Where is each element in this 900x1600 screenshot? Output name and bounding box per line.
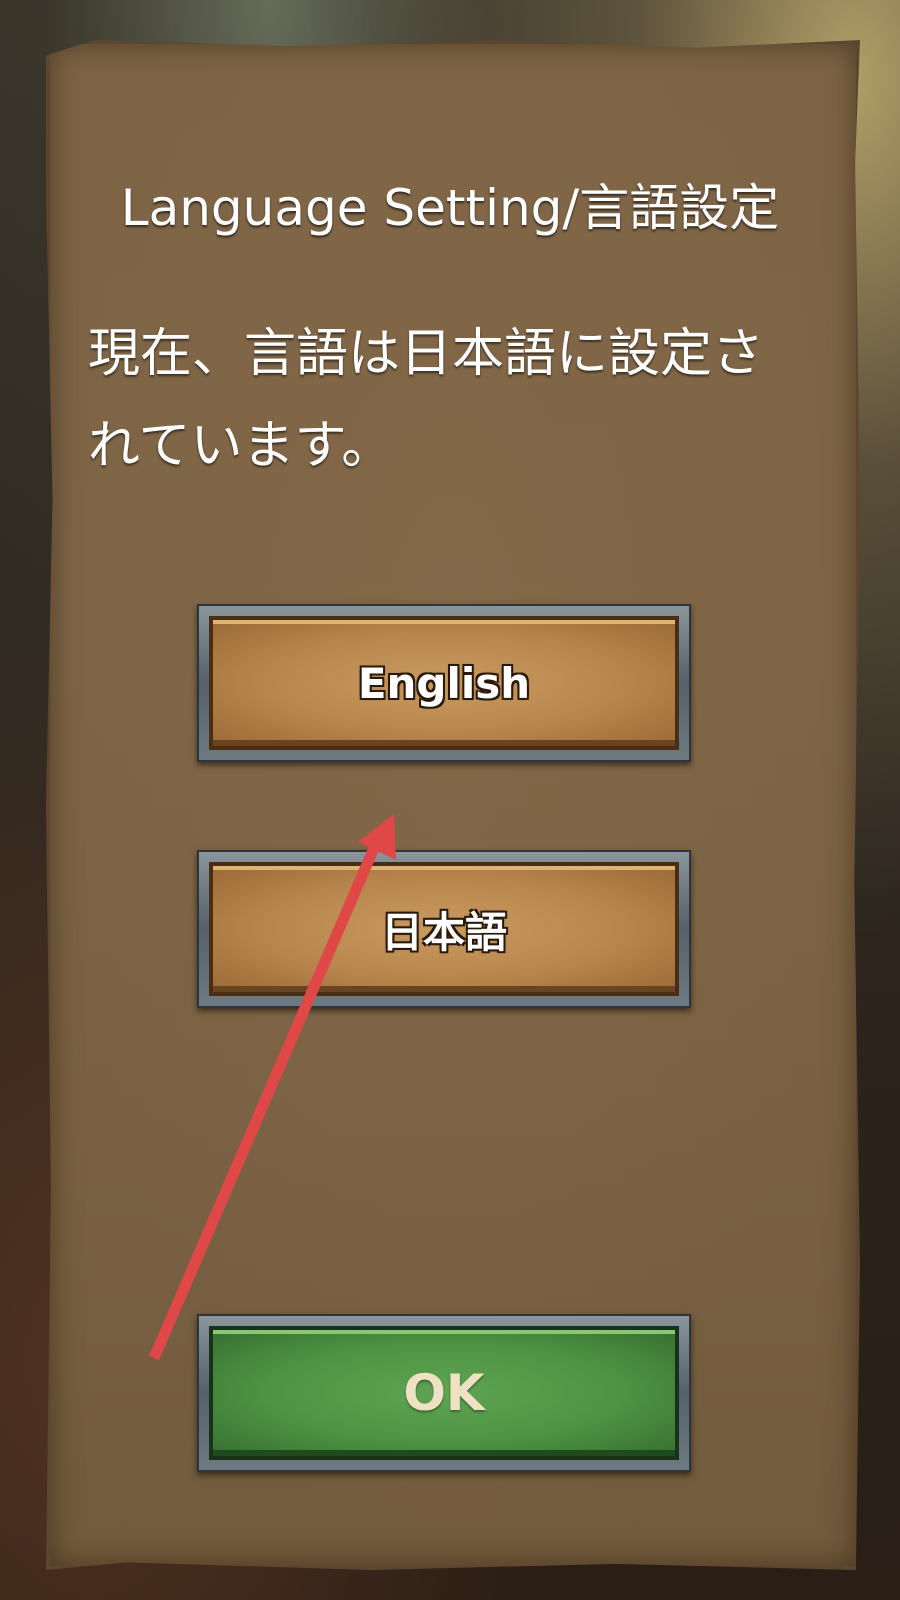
message-line-2: れています。 — [88, 416, 394, 476]
english-button-face[interactable]: English — [209, 616, 679, 750]
ok-button-label: OK — [403, 1364, 485, 1422]
english-button[interactable]: English — [197, 604, 691, 762]
current-language-message: 現在、言語は日本語に設定さ れています。 — [88, 308, 808, 492]
dialog-title: Language Setting/言語設定 — [120, 179, 780, 237]
japanese-button-face[interactable]: 日本語 — [209, 862, 679, 996]
ok-button-face[interactable]: OK — [209, 1326, 679, 1460]
message-line-1: 現在、言語は日本語に設定さ — [88, 324, 765, 384]
ok-button[interactable]: OK — [197, 1314, 691, 1472]
english-button-label: English — [357, 658, 531, 708]
japanese-button-label: 日本語 — [380, 907, 507, 957]
japanese-button[interactable]: 日本語 — [197, 850, 691, 1008]
